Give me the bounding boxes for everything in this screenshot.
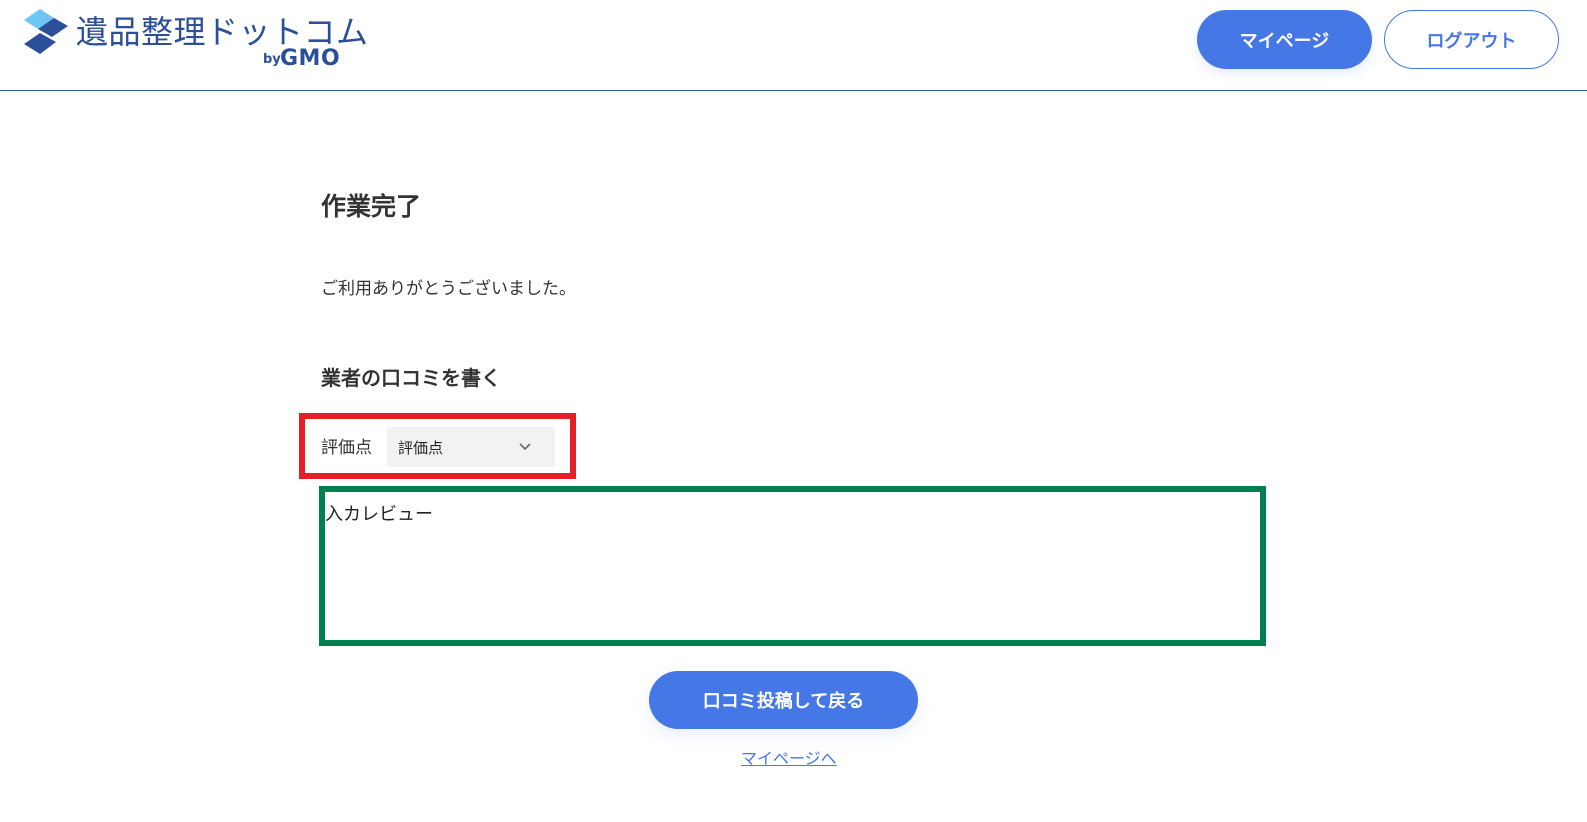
rating-label: 評価点 [321, 438, 372, 458]
page-title: 作業完了 [321, 192, 422, 221]
logo-gmo-text: GMO [280, 46, 341, 71]
thanks-message: ご利用ありがとうございました。 [321, 279, 576, 299]
rating-select-value: 評価点 [398, 439, 444, 457]
logo-mark-icon [24, 9, 68, 54]
logo-by-text: by [263, 52, 281, 67]
mypage-button[interactable]: マイページ [1197, 10, 1372, 69]
review-textarea[interactable]: 入カレビュー [319, 486, 1266, 646]
submit-review-button[interactable]: 口コミ投稿して戻る [649, 671, 918, 729]
mypage-link[interactable]: マイページへ [741, 745, 837, 769]
review-section-heading: 業者の口コミを書く [321, 366, 501, 390]
site-logo[interactable]: 遺品整理ドットコム by GMO [18, 6, 370, 76]
logout-button[interactable]: ログアウト [1384, 10, 1559, 69]
review-textarea-value: 入カレビュー [325, 504, 433, 525]
site-header: 遺品整理ドットコム by GMO マイページ ログアウト [0, 0, 1587, 91]
rating-select[interactable]: 評価点 [387, 427, 555, 467]
chevron-down-icon [519, 443, 531, 451]
